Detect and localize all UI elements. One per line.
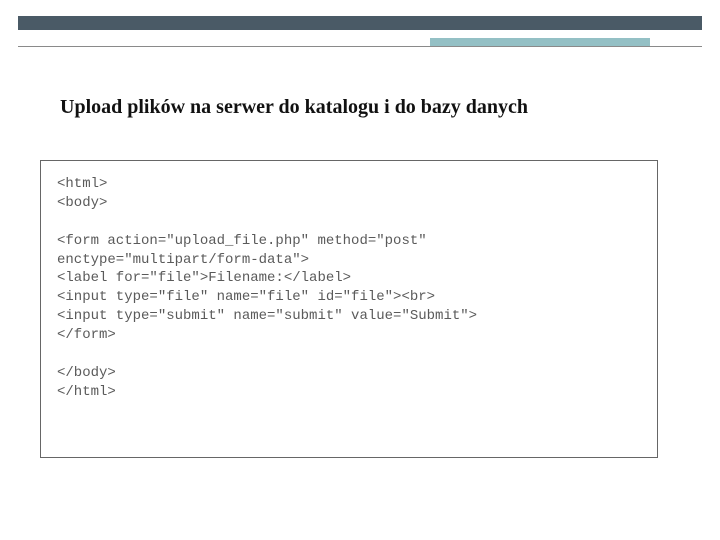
header-accent-bar bbox=[430, 38, 650, 46]
code-content: <html> <body> <form action="upload_file.… bbox=[57, 175, 641, 402]
code-block: <html> <body> <form action="upload_file.… bbox=[40, 160, 658, 458]
header-top-bar bbox=[18, 16, 702, 30]
header-divider bbox=[18, 46, 702, 47]
page-title: Upload plików na serwer do katalogu i do… bbox=[60, 96, 528, 119]
